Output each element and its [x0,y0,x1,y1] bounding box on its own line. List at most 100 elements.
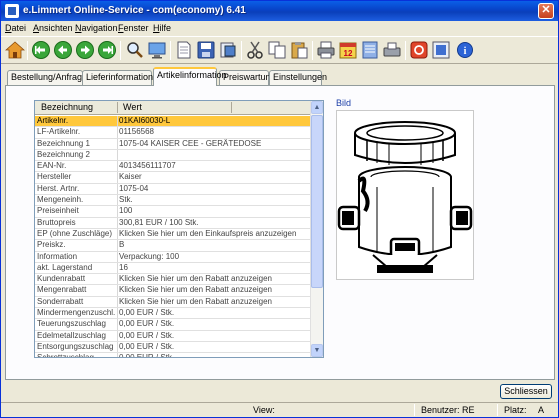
table-row[interactable]: Artikelnr. 01KAI60030-L [35,116,311,128]
column-divider[interactable] [231,102,232,113]
stop-icon[interactable] [409,40,429,60]
menu-hilfe[interactable]: Hilfe [153,23,171,33]
save-icon[interactable] [196,40,216,60]
calendar-day: 12 [344,49,353,58]
scrollbar-thumb[interactable] [311,115,323,288]
row-value: 300,81 EUR / 100 Stk. [119,217,199,227]
table-row[interactable]: Kundenrabatt Klicken Sie hier um den Raba… [35,274,311,286]
print-icon[interactable] [316,40,336,60]
device-box-illustration [337,121,473,273]
tab-lieferinformationen[interactable]: Lieferinformationen [82,70,163,85]
menu-navigation[interactable]: Navigation [75,23,118,33]
row-label: Bezeichnung 1 [37,138,90,148]
menu-fenster[interactable]: Fenster [118,23,149,33]
row-label: Information [37,251,78,261]
cell-divider [117,240,118,251]
row-value: 1075-04 [119,183,149,193]
next-icon[interactable] [75,40,95,60]
cell-divider [117,319,118,330]
previous-icon[interactable] [53,40,73,60]
calendar-icon[interactable]: 12 [338,40,358,60]
table-row[interactable]: Sonderrabatt Klicken Sie hier um den Raba… [35,296,311,309]
table-row[interactable]: akt. Lagerstand 16 [35,262,311,275]
row-label: Edelmetallzuschlag [37,330,106,340]
cell-divider [117,296,118,308]
table-row[interactable]: LF-Artikelnr. 01156568 [35,127,311,139]
cell-divider [117,183,118,195]
new-document-icon[interactable] [174,40,194,60]
status-user-value: RE [462,405,475,415]
row-label: Preiskz. [37,240,66,250]
column-divider[interactable] [117,102,118,113]
row-label: Mengeneinh. [37,195,84,205]
cell-divider [117,217,118,228]
table-row[interactable]: Herst. Artnr. 1075-04 [35,183,311,196]
tab-bestellung-anfrage[interactable]: Bestellung/Anfrage [7,70,87,85]
cell-divider [117,341,118,353]
cell-divider [117,127,118,138]
fax-icon[interactable] [382,40,402,60]
grid-vertical-scrollbar[interactable]: ▲ ▼ [310,101,323,357]
table-row[interactable]: Edelmetallzuschlag 0,00 EUR / Stk. [35,330,311,342]
table-row[interactable]: Information Verpackung: 100 [35,251,311,263]
row-value: Verpackung: 100 [119,251,180,261]
menu-ansichten[interactable]: Ansichten [33,23,73,33]
cell-divider [117,149,118,161]
table-row[interactable]: Mengenrabatt Klicken Sie hier um den Raba… [35,285,311,297]
row-value: 0,00 EUR / Stk. [119,330,175,340]
table-row[interactable]: Schrottzuschlag 0,00 EUR / Stk. [35,353,311,357]
row-label: EAN-Nr. [37,161,67,171]
row-value: 0,00 EUR / Stk. [119,341,175,351]
menu-datei[interactable]: Datei [5,23,26,33]
mail-icon[interactable] [431,40,451,60]
cell-divider [117,353,118,357]
window-title: e.Limmert Online-Service - com(economy) … [23,5,246,16]
table-row[interactable]: EAN-Nr. 4013456111707 [35,161,311,173]
window-close-button[interactable]: ✕ [538,3,554,19]
title-bar[interactable]: e.Limmert Online-Service - com(economy) … [1,1,558,21]
screen-icon[interactable] [147,40,167,60]
app-icon [5,4,19,18]
notes-icon[interactable] [360,40,380,60]
table-row[interactable]: Preiskz. B [35,240,311,252]
table-row[interactable]: Hersteller Kaiser [35,172,311,184]
tab-einstellungen[interactable]: Einstellungen [269,70,327,85]
row-label: Mindermengenzuschl. [37,308,116,318]
paste-icon[interactable] [289,40,309,60]
table-row[interactable]: EP (ohne Zuschläge) Klicken Sie hier um d… [35,228,311,241]
row-label: Kundenrabatt [37,274,86,284]
cell-divider [117,228,118,240]
cut-icon[interactable] [245,40,265,60]
forward-icon[interactable] [97,40,117,60]
table-row[interactable]: Preiseinheit 100 [35,206,311,218]
table-row[interactable]: Mengeneinh. Stk. [35,195,311,207]
back-icon[interactable] [31,40,51,60]
toolbar-separator [405,41,406,60]
scroll-down-arrow-icon[interactable]: ▼ [311,344,323,357]
search-icon[interactable] [125,40,145,60]
tab-artikelinformation[interactable]: Artikelinformation [153,67,227,86]
info-icon[interactable]: i [456,40,476,60]
cell-divider [117,206,118,217]
table-row[interactable]: Bruttopreis 300,81 EUR / 100 Stk. [35,217,311,229]
menu-bar: Datei Ansichten Navigation Fenster Hilfe [1,21,558,36]
article-info-grid[interactable]: Bezeichnung Wert Artikelnr. 01KAI60030-L L… [34,100,324,358]
table-row[interactable]: Mindermengenzuschl. 0,00 EUR / Stk. [35,308,311,320]
column-header-bezeichnung[interactable]: Bezeichnung [41,102,93,112]
table-row[interactable]: Entsorgungszuschlag 0,00 EUR / Stk. [35,341,311,354]
home-icon[interactable] [5,40,25,60]
row-value: Klicken Sie hier um den Rabatt anzuzeige… [119,285,272,295]
cell-divider [117,116,118,127]
status-place-label: Platz: [504,405,527,415]
table-row[interactable]: Bezeichnung 2 [35,149,311,162]
tab-strip: Bestellung/Anfrage Lieferinformationen A… [1,67,558,86]
schliessen-button[interactable]: Schliessen [500,384,552,399]
export-icon[interactable] [218,40,238,60]
table-row[interactable]: Teuerungszuschlag 0,00 EUR / Stk. [35,319,311,331]
menu-datei-rest: atei [11,23,27,33]
column-header-wert[interactable]: Wert [123,102,142,112]
copy-icon[interactable] [267,40,287,60]
table-row[interactable]: Bezeichnung 1 1075-04 KAISER CEE - GERÄTE… [35,138,311,150]
scroll-up-arrow-icon[interactable]: ▲ [311,101,323,114]
status-user-label: Benutzer: [421,405,460,415]
